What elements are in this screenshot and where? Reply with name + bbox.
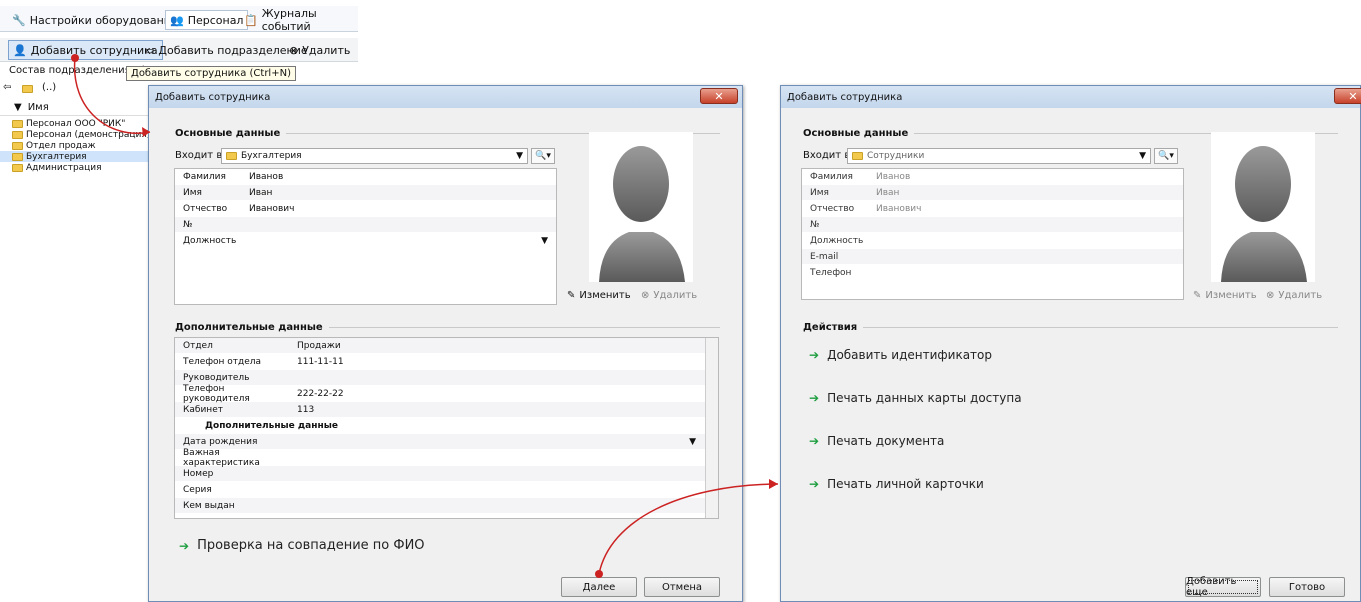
flow-arrows — [71, 54, 779, 578]
flow-arrow-2 — [595, 479, 779, 578]
flow-arrow-1 — [71, 54, 151, 137]
